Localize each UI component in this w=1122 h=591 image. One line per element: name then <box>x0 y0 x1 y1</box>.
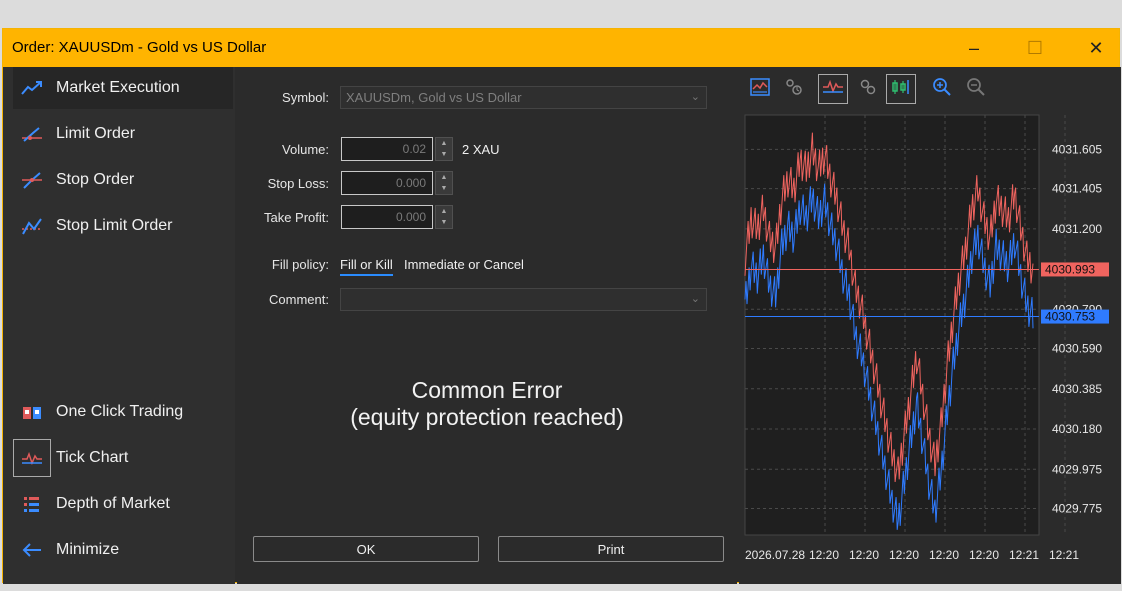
tick-chart-icon <box>13 439 51 477</box>
close-window-button[interactable]: ✕ <box>1067 29 1122 67</box>
close-icon: ✕ <box>1088 37 1104 58</box>
tick-chart-mode-button[interactable] <box>818 74 848 104</box>
x-tick-label: 12:20 <box>849 548 879 562</box>
tick-chart: 4031.6054031.4054031.2004030.7904030.590… <box>744 114 1109 562</box>
y-tick-label: 4031.405 <box>1052 182 1102 196</box>
window-title: Order: XAUUSDm - Gold vs US Dollar <box>12 39 267 56</box>
tick-chart-pane: 4031.605 4031.405 4031.200 4030.790 4030.590… <box>739 67 1121 584</box>
sidebar-item-label: One Click Trading <box>56 403 184 420</box>
x-tick-label: 12:20 <box>929 548 959 562</box>
stop-loss-field[interactable]: 0.000 <box>341 171 433 195</box>
depth-of-market-icon <box>13 485 51 523</box>
sidebar-item-stop-limit-order[interactable]: Stop Limit Order <box>13 205 233 247</box>
maximize-icon: ☐ <box>1026 37 1044 58</box>
stop-loss-stepper[interactable]: ▲ ▼ <box>435 171 453 195</box>
sidebar-item-label: Minimize <box>56 541 120 558</box>
scale-button[interactable] <box>779 74 809 104</box>
zoom-in-button[interactable] <box>927 74 957 104</box>
order-type-sidebar: Market Execution Limit Order Stop Order … <box>3 67 235 584</box>
volume-field[interactable]: 0.02 <box>341 137 433 161</box>
tick-chart-icon <box>822 79 844 100</box>
ask-price-label: 4030.993 <box>1045 262 1095 276</box>
y-tick-label: 4030.590 <box>1052 342 1102 356</box>
x-tick-label: 12:20 <box>809 548 839 562</box>
sidebar-item-tick-chart[interactable]: Tick Chart <box>13 437 233 479</box>
volume-stepper[interactable]: ▲ ▼ <box>435 137 453 161</box>
take-profit-stepper[interactable]: ▲ ▼ <box>435 205 453 229</box>
x-tick-label: 12:20 <box>889 548 919 562</box>
x-tick-label: 12:21 <box>1009 548 1039 562</box>
error-detail: (equity protection reached) <box>350 404 624 430</box>
limit-order-icon <box>13 115 51 153</box>
y-tick-label: 4031.200 <box>1052 222 1102 236</box>
y-tick-label: 4031.605 <box>1052 142 1102 156</box>
ok-button[interactable]: OK <box>253 536 479 562</box>
comment-field[interactable]: ⌄ <box>340 288 707 311</box>
zoom-out-button[interactable] <box>961 74 991 104</box>
y-tick-label: 4030.385 <box>1052 382 1102 396</box>
title-bar: Order: XAUUSDm - Gold vs US Dollar – ☐ ✕ <box>3 29 1119 67</box>
zoom-out-icon <box>966 77 986 102</box>
bid-ask-icon <box>859 78 877 101</box>
take-profit-field[interactable]: 0.000 <box>341 205 433 229</box>
sidebar-item-label: Market Execution <box>56 79 180 96</box>
volume-label: Volume: <box>282 142 329 157</box>
sidebar-item-label: Stop Limit Order <box>56 217 173 234</box>
chart-settings-button[interactable] <box>745 74 775 104</box>
zoom-in-icon <box>932 77 952 102</box>
chevron-down-icon: ⌄ <box>690 293 700 305</box>
sidebar-item-market-execution[interactable]: Market Execution <box>13 67 233 109</box>
symbol-value: XAUUSDm, Gold vs US Dollar <box>346 90 522 105</box>
x-tick-label: 12:21 <box>1049 548 1079 562</box>
minimize-window-button[interactable]: – <box>945 29 1003 67</box>
sidebar-item-limit-order[interactable]: Limit Order <box>13 113 233 155</box>
symbol-label: Symbol: <box>282 90 329 105</box>
sidebar-item-label: Limit Order <box>56 125 136 142</box>
one-click-trading-icon <box>13 393 51 431</box>
stop-order-icon <box>13 161 51 199</box>
chevron-down-icon: ⌄ <box>690 91 700 103</box>
x-tick-label: 12:20 <box>969 548 999 562</box>
sidebar-item-minimize[interactable]: Minimize <box>13 529 233 571</box>
symbol-select[interactable]: XAUUSDm, Gold vs US Dollar ⌄ <box>340 86 707 109</box>
sidebar-item-stop-order[interactable]: Stop Order <box>13 159 233 201</box>
sidebar-item-label: Depth of Market <box>56 495 170 512</box>
print-button[interactable]: Print <box>498 536 724 562</box>
y-tick-label: 4030.180 <box>1052 422 1102 436</box>
take-profit-label: Take Profit: <box>263 210 329 225</box>
candle-icon <box>890 78 912 101</box>
scale-icon <box>784 78 804 101</box>
fill-option-fill-or-kill[interactable]: Fill or Kill <box>340 257 393 276</box>
fill-policy-label: Fill policy: <box>271 257 329 272</box>
sidebar-item-label: Stop Order <box>56 171 135 188</box>
candle-mode-button[interactable] <box>886 74 916 104</box>
minimize-icon: – <box>968 37 979 58</box>
error-title: Common Error <box>411 377 563 403</box>
chart-settings-icon <box>750 77 770 101</box>
maximize-window-button[interactable]: ☐ <box>1006 29 1064 67</box>
y-tick-label: 4029.975 <box>1052 462 1102 476</box>
order-form: Symbol: XAUUSDm, Gold vs US Dollar ⌄ Vol… <box>237 67 737 584</box>
x-tick-label: 2026.07.28 <box>745 548 805 562</box>
market-execution-icon <box>13 69 51 107</box>
arrow-left-icon <box>13 531 51 569</box>
plot-area <box>744 114 1040 536</box>
bid-ask-button[interactable] <box>853 74 883 104</box>
stop-limit-order-icon <box>13 207 51 245</box>
sidebar-item-label: Tick Chart <box>56 449 129 466</box>
bid-price-label: 4030.753 <box>1045 310 1095 324</box>
y-tick-label: 4029.775 <box>1052 502 1102 516</box>
stop-loss-label: Stop Loss: <box>267 176 329 191</box>
sidebar-item-depth-of-market[interactable]: Depth of Market <box>13 483 233 525</box>
order-window: Order: XAUUSDm - Gold vs US Dollar – ☐ ✕… <box>2 28 1121 584</box>
comment-label: Comment: <box>269 292 329 307</box>
sidebar-item-one-click-trading[interactable]: One Click Trading <box>13 391 233 433</box>
fill-option-immediate-or-cancel[interactable]: Immediate or Cancel <box>404 257 524 272</box>
volume-unit: 2 XAU <box>462 142 500 157</box>
